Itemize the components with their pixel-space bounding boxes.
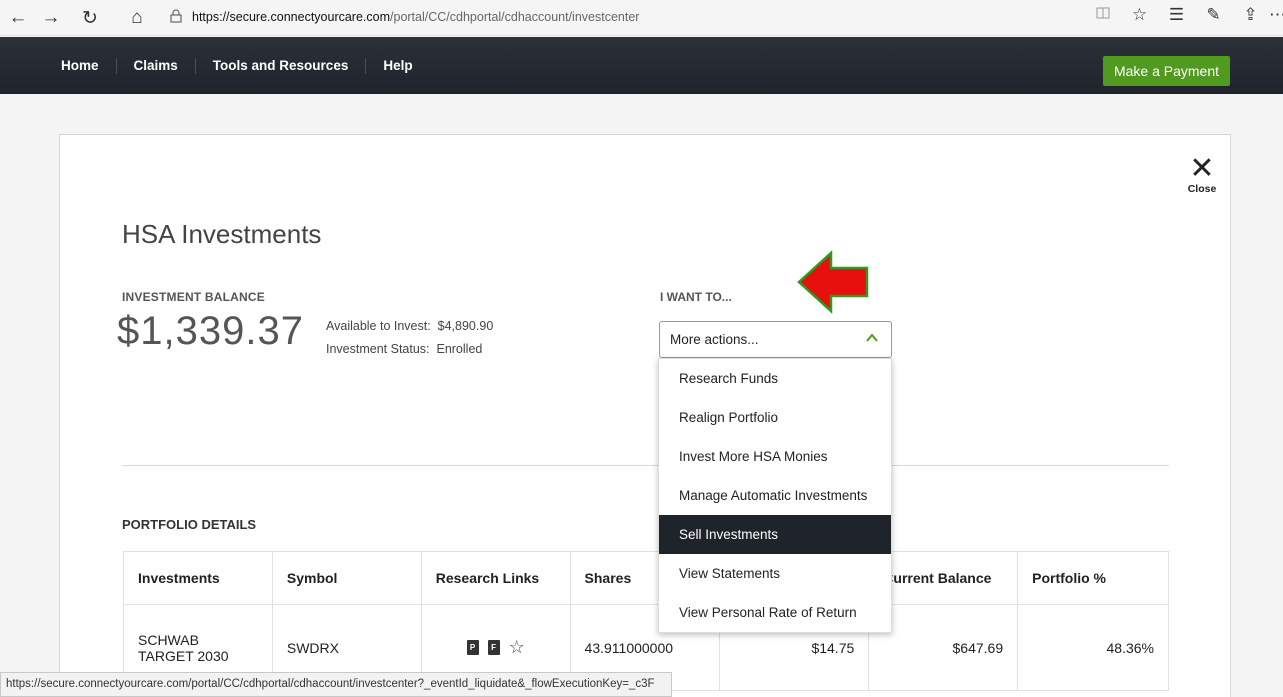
share-icon[interactable]: ⇪: [1232, 5, 1269, 31]
forward-icon[interactable]: →: [38, 5, 64, 31]
url-host: https://secure.connectyourcare.com: [192, 10, 391, 24]
close-icon: ✕: [1189, 152, 1215, 185]
table-header-row: Investments Symbol Research Links Shares…: [123, 551, 1169, 605]
nav-claims[interactable]: Claims: [117, 57, 196, 74]
favorite-star-icon[interactable]: ☆: [509, 637, 525, 657]
col-investments[interactable]: Investments: [123, 551, 273, 605]
available-value: $4,890.90: [437, 319, 494, 333]
chevron-up-icon: [866, 333, 878, 342]
more-icon[interactable]: ⋯: [1269, 5, 1283, 31]
status-value: Enrolled: [436, 342, 483, 356]
menu-item-sell-investments[interactable]: Sell Investments: [659, 515, 891, 554]
menu-item-view-rate-of-return[interactable]: View Personal Rate of Return: [659, 593, 891, 632]
browser-actions: ☆ ☰ ✎ ⇪ ⋯: [1084, 5, 1283, 31]
favorite-star-icon[interactable]: ☆: [1121, 5, 1158, 31]
reading-view-icon[interactable]: [1084, 5, 1121, 31]
browser-toolbar: ← → ↻ ⌂ https://secure.connectyourcare.c…: [0, 0, 1283, 36]
investment-balance-amount: $1,339.37: [117, 309, 304, 353]
make-payment-button[interactable]: Make a Payment: [1103, 56, 1230, 86]
top-navigation: Home Claims Tools and Resources Help Mak…: [0, 37, 1283, 94]
investment-balance-label: INVESTMENT BALANCE: [122, 290, 265, 304]
url-path: /portal/CC/cdhportal/cdhaccount/investce…: [390, 10, 640, 24]
close-button[interactable]: ✕ Close: [1182, 152, 1222, 196]
address-bar[interactable]: https://secure.connectyourcare.com/porta…: [170, 4, 1170, 30]
more-actions-menu: Research Funds Realign Portfolio Invest …: [658, 358, 892, 633]
main-menu: Home Claims Tools and Resources Help: [44, 37, 430, 94]
favorites-list-icon[interactable]: ☰: [1158, 5, 1195, 31]
status-label: Investment Status:: [326, 342, 430, 356]
menu-item-view-statements[interactable]: View Statements: [659, 554, 891, 593]
select-value: More actions...: [670, 332, 759, 347]
col-symbol[interactable]: Symbol: [271, 551, 422, 605]
nav-tools-and-resources[interactable]: Tools and Resources: [196, 57, 367, 74]
menu-item-research-funds[interactable]: Research Funds: [659, 359, 891, 398]
menu-item-realign-portfolio[interactable]: Realign Portfolio: [659, 398, 891, 437]
factsheet-doc-icon[interactable]: F: [487, 640, 500, 655]
i-want-to-label: I WANT TO...: [660, 290, 732, 304]
menu-item-manage-automatic[interactable]: Manage Automatic Investments: [659, 476, 891, 515]
refresh-icon[interactable]: ↻: [77, 5, 103, 31]
menu-item-invest-more[interactable]: Invest More HSA Monies: [659, 437, 891, 476]
page-title: HSA Investments: [122, 219, 322, 249]
more-actions-select[interactable]: More actions...: [659, 321, 892, 358]
available-label: Available to Invest:: [326, 319, 431, 333]
annotation-arrow-icon: [797, 250, 869, 314]
back-icon[interactable]: ←: [5, 5, 31, 31]
col-research-links[interactable]: Research Links: [420, 551, 571, 605]
portfolio-table: Investments Symbol Research Links Shares…: [123, 551, 1169, 691]
pen-icon[interactable]: ✎: [1195, 5, 1232, 31]
close-label: Close: [1187, 183, 1217, 195]
nav-home[interactable]: Home: [44, 57, 117, 74]
prospectus-doc-icon[interactable]: P: [466, 640, 479, 655]
portfolio-details-label: PORTFOLIO DETAILS: [122, 517, 257, 532]
home-icon[interactable]: ⌂: [124, 5, 150, 31]
lock-icon: [170, 8, 182, 26]
section-divider: [122, 465, 1169, 466]
nav-help[interactable]: Help: [366, 58, 429, 74]
hsa-investments-panel: ✕ Close HSA Investments INVESTMENT BALAN…: [59, 134, 1231, 697]
status-bar-url: https://secure.connectyourcare.com/porta…: [0, 672, 672, 697]
portfolio-percent-value: 48.36%: [1017, 604, 1169, 691]
col-portfolio-percent[interactable]: Portfolio %: [1017, 551, 1169, 605]
balance-details: Available to Invest: $4,890.90 Investmen…: [326, 315, 493, 361]
